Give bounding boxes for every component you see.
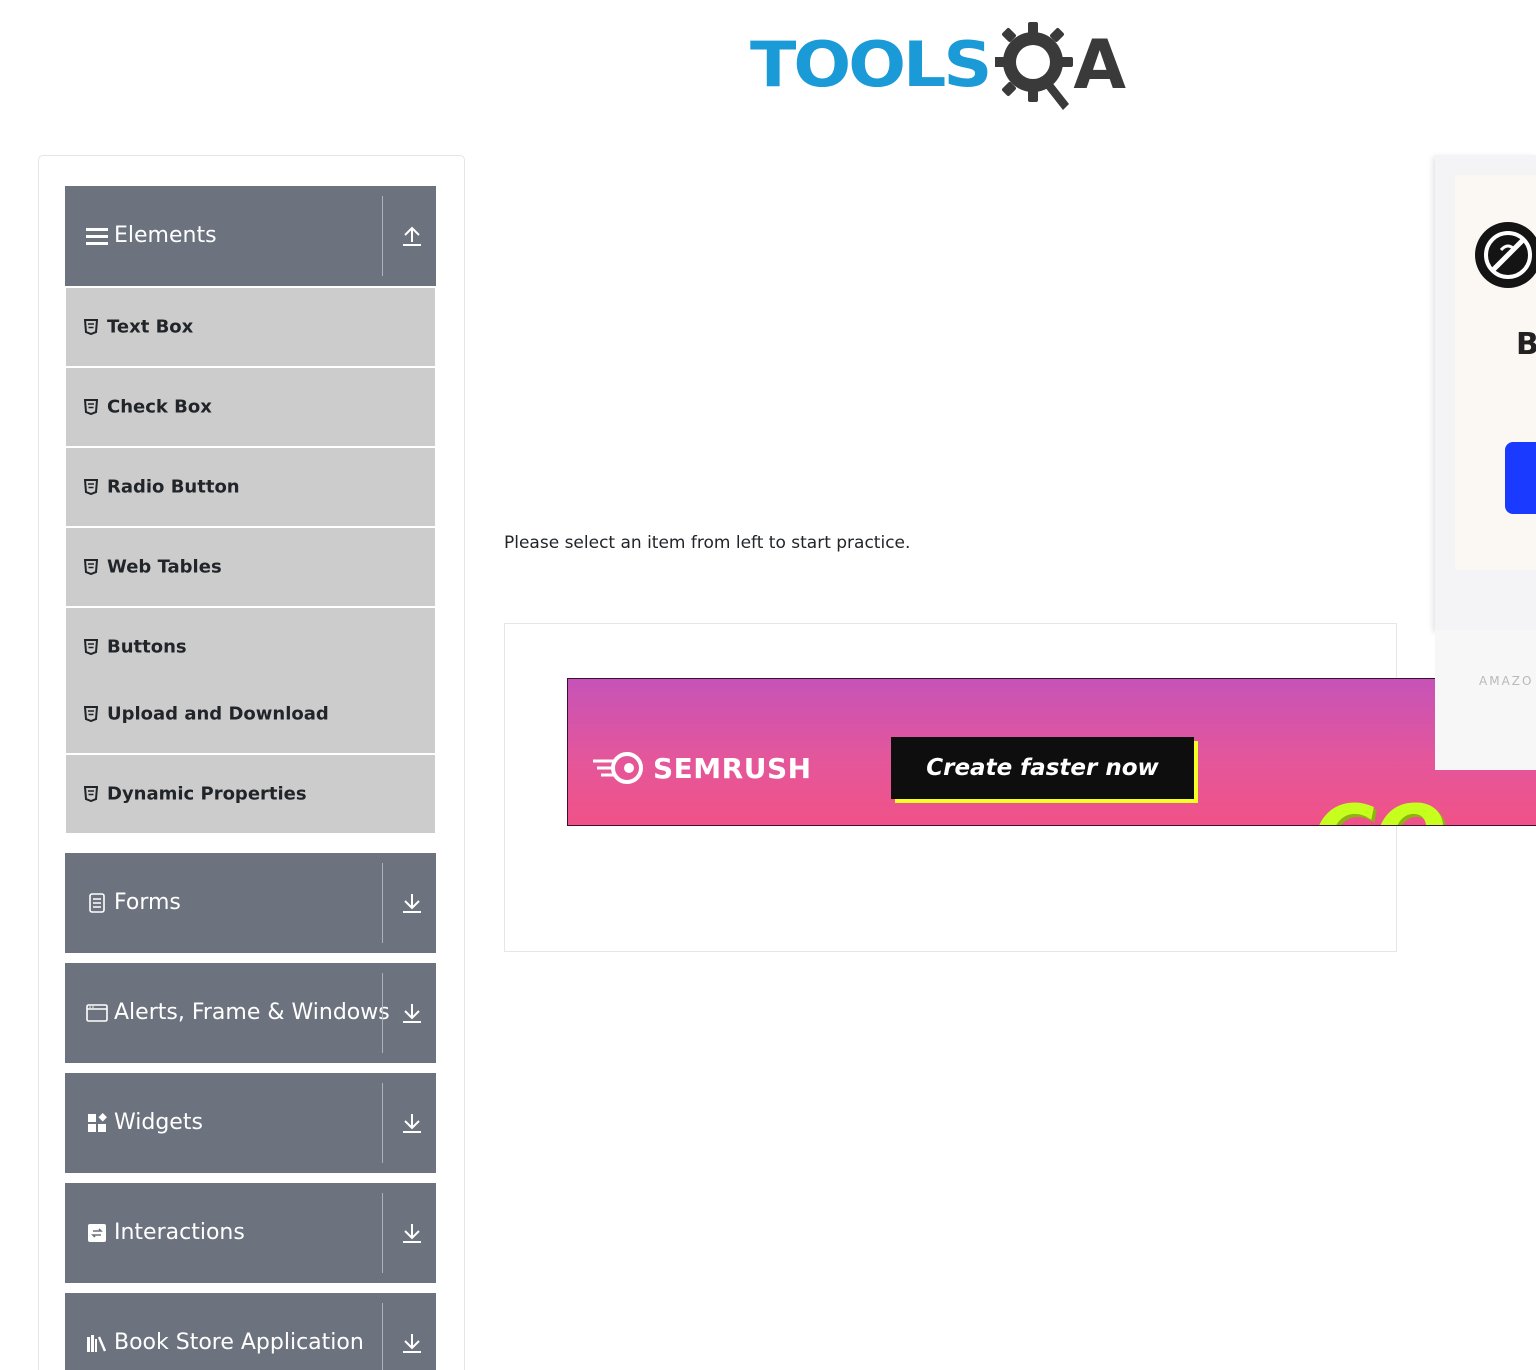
create-faster-now-button[interactable]: Create faster now bbox=[891, 737, 1194, 799]
semrush-ad-banner[interactable]: SEMRUSH Create faster now CO TO bbox=[567, 678, 1536, 826]
html5-icon bbox=[83, 786, 99, 803]
semrush-logo: SEMRUSH bbox=[593, 751, 812, 785]
toolsqa-logo[interactable]: TOOLS A bbox=[750, 18, 1155, 114]
books-icon bbox=[85, 1331, 109, 1355]
html5-icon bbox=[83, 479, 99, 496]
group-header-elements[interactable]: Elements bbox=[65, 186, 436, 286]
group-title-alerts: Alerts, Frame & Windows bbox=[114, 1000, 390, 1025]
no-link-badge-icon bbox=[1475, 222, 1536, 288]
group-header-widgets[interactable]: Widgets bbox=[65, 1073, 436, 1173]
side-ad-text: B bbox=[1516, 327, 1536, 362]
menu-item-label: Text Box bbox=[107, 316, 194, 338]
menu-item-label: Radio Button bbox=[107, 476, 240, 498]
group-title-widgets: Widgets bbox=[114, 1110, 203, 1135]
arrow-down-icon[interactable] bbox=[401, 891, 423, 915]
divider bbox=[382, 1303, 383, 1370]
group-header-interactions[interactable]: Interactions bbox=[65, 1183, 436, 1283]
group-title-elements: Elements bbox=[114, 223, 217, 248]
semrush-brand-text: SEMRUSH bbox=[653, 751, 812, 785]
menu-item-label: Check Box bbox=[107, 396, 212, 418]
side-ad-label: AMAZO bbox=[1435, 630, 1536, 770]
document-icon bbox=[85, 891, 109, 915]
divider bbox=[382, 196, 383, 276]
logo-text-tools: TOOLS bbox=[750, 29, 992, 102]
menu-item-label: Buttons bbox=[107, 636, 187, 658]
html5-icon bbox=[83, 639, 99, 656]
menu-item-web-tables[interactable]: Web Tables bbox=[66, 528, 435, 606]
hamburger-icon bbox=[85, 224, 109, 248]
arrow-up-icon[interactable] bbox=[401, 224, 423, 248]
menu-item-radio-button[interactable]: Radio Button bbox=[66, 448, 435, 526]
banner-headline-line1: CO bbox=[1313, 793, 1446, 825]
group-header-book-store[interactable]: Book Store Application bbox=[65, 1293, 436, 1370]
divider bbox=[382, 1083, 383, 1163]
side-ad-label-text: AMAZO bbox=[1479, 674, 1534, 688]
logo-qa: A bbox=[995, 18, 1126, 114]
group-header-alerts-frame-windows[interactable]: Alerts, Frame & Windows bbox=[65, 963, 436, 1063]
side-ad[interactable]: B bbox=[1435, 155, 1536, 630]
menu-item-label: Dynamic Properties bbox=[107, 783, 307, 805]
divider bbox=[382, 973, 383, 1053]
divider bbox=[382, 1193, 383, 1273]
semrush-flame-icon bbox=[593, 752, 643, 784]
group-title-interactions: Interactions bbox=[114, 1220, 245, 1245]
window-icon bbox=[85, 1001, 109, 1025]
divider bbox=[382, 863, 383, 943]
practice-prompt: Please select an item from left to start… bbox=[504, 533, 911, 553]
arrow-down-icon[interactable] bbox=[401, 1331, 423, 1355]
html5-icon bbox=[83, 399, 99, 416]
menu-item-upload-and-download[interactable]: Upload and Download bbox=[66, 675, 435, 753]
menu-item-label: Web Tables bbox=[107, 556, 222, 578]
banner-headline: CO TO bbox=[1313, 687, 1446, 825]
menu-item-check-box[interactable]: Check Box bbox=[66, 368, 435, 446]
html5-icon bbox=[83, 706, 99, 723]
menu-item-dynamic-properties[interactable]: Dynamic Properties bbox=[66, 755, 435, 833]
interactions-icon bbox=[85, 1221, 109, 1245]
group-title-book-store: Book Store Application bbox=[114, 1330, 364, 1355]
group-title-forms: Forms bbox=[114, 890, 181, 915]
side-ad-button[interactable] bbox=[1505, 442, 1536, 514]
group-header-forms[interactable]: Forms bbox=[65, 853, 436, 953]
menu-item-label: Upload and Download bbox=[107, 703, 329, 725]
arrow-down-icon[interactable] bbox=[401, 1001, 423, 1025]
html5-icon bbox=[83, 559, 99, 576]
arrow-down-icon[interactable] bbox=[401, 1111, 423, 1135]
menu-item-text-box[interactable]: Text Box bbox=[66, 288, 435, 366]
widgets-icon bbox=[85, 1111, 109, 1135]
logo-text-a: A bbox=[1073, 26, 1126, 105]
arrow-down-icon[interactable] bbox=[401, 1221, 423, 1245]
gear-magnifier-icon bbox=[995, 22, 1074, 110]
html5-icon bbox=[83, 319, 99, 336]
